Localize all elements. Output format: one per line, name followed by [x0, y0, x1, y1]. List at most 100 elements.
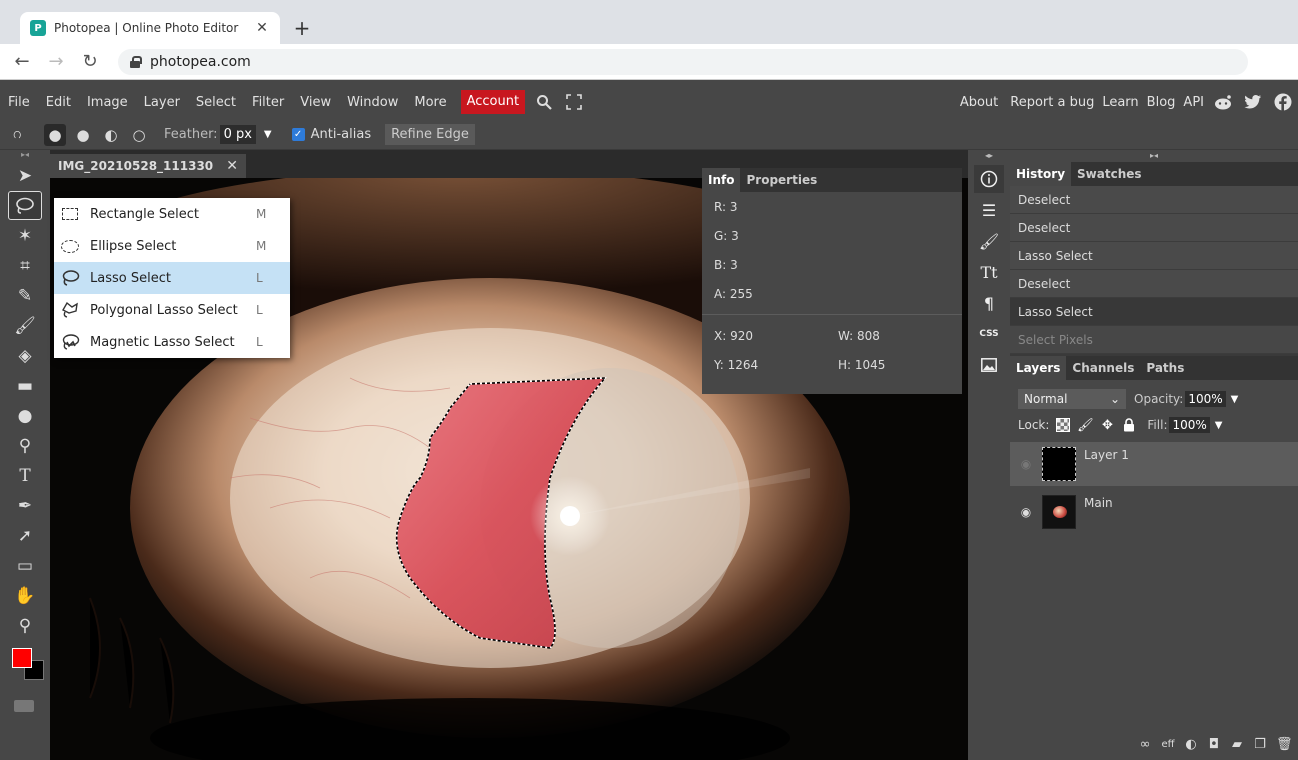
history-item[interactable]: Deselect	[1010, 186, 1298, 214]
forward-arrow-icon[interactable]: →	[44, 50, 68, 74]
menu-edit[interactable]: Edit	[38, 95, 79, 110]
crop-tool-icon[interactable]: ⌗	[8, 251, 42, 280]
quick-mask-icon[interactable]	[14, 700, 34, 712]
character-icon[interactable]: Tt	[974, 258, 1004, 286]
menu-select[interactable]: Select	[188, 95, 244, 110]
flyout-ellipse-select[interactable]: Ellipse Select M	[54, 230, 290, 262]
lock-position-icon[interactable]: ✥	[1099, 417, 1115, 433]
subtract-from-selection-icon[interactable]: ◐	[100, 124, 122, 146]
visibility-eye-icon[interactable]: ◉	[1018, 457, 1034, 471]
info-icon[interactable]	[974, 165, 1004, 193]
menu-view[interactable]: View	[292, 95, 339, 110]
adjustments-icon[interactable]: ☰	[974, 196, 1004, 224]
brush-tool-icon[interactable]: 🖌	[8, 311, 42, 340]
flyout-lasso-select[interactable]: Lasso Select L	[54, 262, 290, 294]
browser-tab[interactable]: P Photopea | Online Photo Editor ✕	[20, 12, 280, 44]
reddit-icon[interactable]	[1212, 91, 1234, 113]
shape-tool-icon[interactable]: ▭	[8, 551, 42, 580]
opacity-input[interactable]: 100%	[1185, 391, 1226, 407]
move-tool-icon[interactable]: ➤	[8, 161, 42, 190]
menu-window[interactable]: Window	[339, 95, 406, 110]
blend-mode-select[interactable]: Normal ⌄	[1018, 389, 1126, 409]
feather-dropdown-icon[interactable]: ▼	[264, 129, 272, 140]
hand-tool-icon[interactable]: ✋	[8, 581, 42, 610]
tab-channels[interactable]: Channels	[1066, 356, 1140, 380]
blur-tool-icon[interactable]: ●	[8, 401, 42, 430]
delete-layer-icon[interactable]: 🗑	[1276, 737, 1293, 752]
account-button[interactable]: Account	[460, 90, 526, 114]
pen-tool-icon[interactable]: ✒	[8, 491, 42, 520]
api-link[interactable]: API	[1179, 95, 1208, 110]
feather-input[interactable]: 0 px	[219, 125, 256, 144]
document-tab[interactable]: IMG_20210528_111330 ✕	[50, 154, 246, 178]
twitter-icon[interactable]	[1242, 91, 1264, 113]
refine-edge-button[interactable]: Refine Edge	[385, 124, 475, 145]
history-item[interactable]: Lasso Select	[1010, 242, 1298, 270]
tab-paths[interactable]: Paths	[1140, 356, 1190, 380]
dodge-tool-icon[interactable]: ⚲	[8, 431, 42, 460]
history-item-undone[interactable]: Select Pixels	[1010, 326, 1298, 354]
tab-layers[interactable]: Layers	[1010, 356, 1067, 380]
flyout-polygonal-lasso[interactable]: Polygonal Lasso Select L	[54, 294, 290, 326]
path-select-icon[interactable]: ➚	[8, 521, 42, 550]
link-layers-icon[interactable]: ∞	[1138, 737, 1152, 752]
lasso-tool-icon[interactable]	[8, 191, 42, 220]
lock-all-icon[interactable]	[1121, 417, 1137, 433]
report-bug-link[interactable]: Report a bug	[1006, 95, 1098, 110]
fill-dropdown-icon[interactable]: ▼	[1215, 420, 1223, 431]
search-icon[interactable]	[533, 91, 555, 113]
menu-layer[interactable]: Layer	[136, 95, 188, 110]
facebook-icon[interactable]	[1272, 91, 1294, 113]
antialias-checkbox[interactable]: ✓	[291, 128, 305, 141]
adjustment-layer-icon[interactable]: ◐	[1184, 737, 1198, 752]
lasso-tool-preset-icon[interactable]: ဂ	[6, 124, 28, 146]
tab-info[interactable]: Info	[702, 168, 741, 192]
new-selection-icon[interactable]: ●	[44, 123, 66, 146]
history-item[interactable]: Deselect	[1010, 270, 1298, 298]
flyout-magnetic-lasso[interactable]: Magnetic Lasso Select L	[54, 326, 290, 358]
layer-row[interactable]: ◉ Layer 1	[1010, 442, 1298, 486]
menu-filter[interactable]: Filter	[244, 95, 292, 110]
eraser-tool-icon[interactable]: ◈	[8, 341, 42, 370]
right-panels-collapse-icon[interactable]: ▸◂	[1010, 150, 1298, 162]
layer-effects-icon[interactable]: eff	[1161, 739, 1175, 750]
zoom-tool-icon[interactable]: ⚲	[8, 611, 42, 640]
layer-row[interactable]: ◉ Main	[1010, 490, 1298, 534]
fullscreen-icon[interactable]	[563, 91, 585, 113]
history-item[interactable]: Deselect	[1010, 214, 1298, 242]
menu-file[interactable]: File	[0, 95, 38, 110]
fill-input[interactable]: 100%	[1169, 417, 1210, 433]
paragraph-icon[interactable]: ¶	[974, 289, 1004, 317]
visibility-eye-icon[interactable]: ◉	[1018, 505, 1034, 519]
url-field[interactable]: photopea.com	[118, 48, 1248, 75]
type-tool-icon[interactable]: T	[8, 461, 42, 490]
css-icon[interactable]: CSS	[974, 320, 1004, 348]
reload-icon[interactable]: ↻	[78, 50, 102, 74]
history-item-current[interactable]: Lasso Select	[1010, 298, 1298, 326]
tab-history[interactable]: History	[1010, 162, 1072, 186]
image-icon[interactable]	[974, 351, 1004, 379]
lock-pixels-icon[interactable]: 🖌	[1077, 417, 1094, 433]
menu-more[interactable]: More	[406, 95, 454, 110]
tab-swatches[interactable]: Swatches	[1071, 162, 1148, 186]
close-document-icon[interactable]: ✕	[226, 158, 238, 174]
about-link[interactable]: About	[952, 95, 1006, 110]
back-arrow-icon[interactable]: ←	[10, 50, 34, 74]
gradient-tool-icon[interactable]: ▬	[8, 371, 42, 400]
menu-image[interactable]: Image	[79, 95, 136, 110]
learn-link[interactable]: Learn	[1098, 95, 1142, 110]
intersect-selection-icon[interactable]: ○	[128, 124, 150, 146]
new-tab-button[interactable]: +	[290, 16, 314, 40]
flyout-rectangle-select[interactable]: Rectangle Select M	[54, 198, 290, 230]
blog-link[interactable]: Blog	[1143, 95, 1180, 110]
lock-transparency-icon[interactable]	[1055, 417, 1071, 433]
magic-wand-icon[interactable]: ✶	[8, 221, 42, 250]
new-group-icon[interactable]: ▰	[1230, 737, 1244, 752]
tab-properties[interactable]: Properties	[740, 168, 823, 192]
close-tab-icon[interactable]: ✕	[254, 20, 270, 36]
new-layer-icon[interactable]: ❐	[1253, 737, 1267, 752]
layer-mask-icon[interactable]: ◘	[1207, 737, 1221, 752]
brush-settings-icon[interactable]: 🖌	[974, 227, 1004, 255]
add-to-selection-icon[interactable]: ●	[72, 124, 94, 146]
icon-column-collapse-icon[interactable]: ◂▸	[968, 150, 1010, 162]
